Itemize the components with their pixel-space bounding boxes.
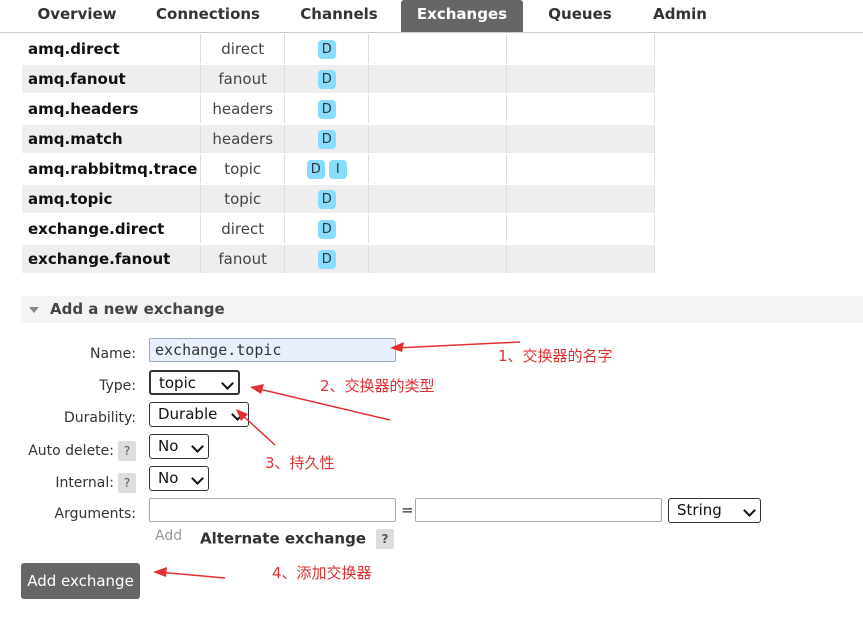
annotation-durability: 3、持久性 xyxy=(265,454,335,472)
arrowhead-1 xyxy=(390,342,404,352)
arrowhead-4 xyxy=(153,567,167,577)
arrowhead-2 xyxy=(250,384,264,394)
annotation-exchange-type: 2、交换器的类型 xyxy=(320,377,435,395)
annotation-exchange-name: 1、交换器的名字 xyxy=(498,347,613,365)
arrow-4 xyxy=(157,571,226,579)
annotation-arrows xyxy=(153,341,521,579)
annotation-add-exchange: 4、添加交换器 xyxy=(272,564,372,582)
arrow-3 xyxy=(239,412,276,446)
